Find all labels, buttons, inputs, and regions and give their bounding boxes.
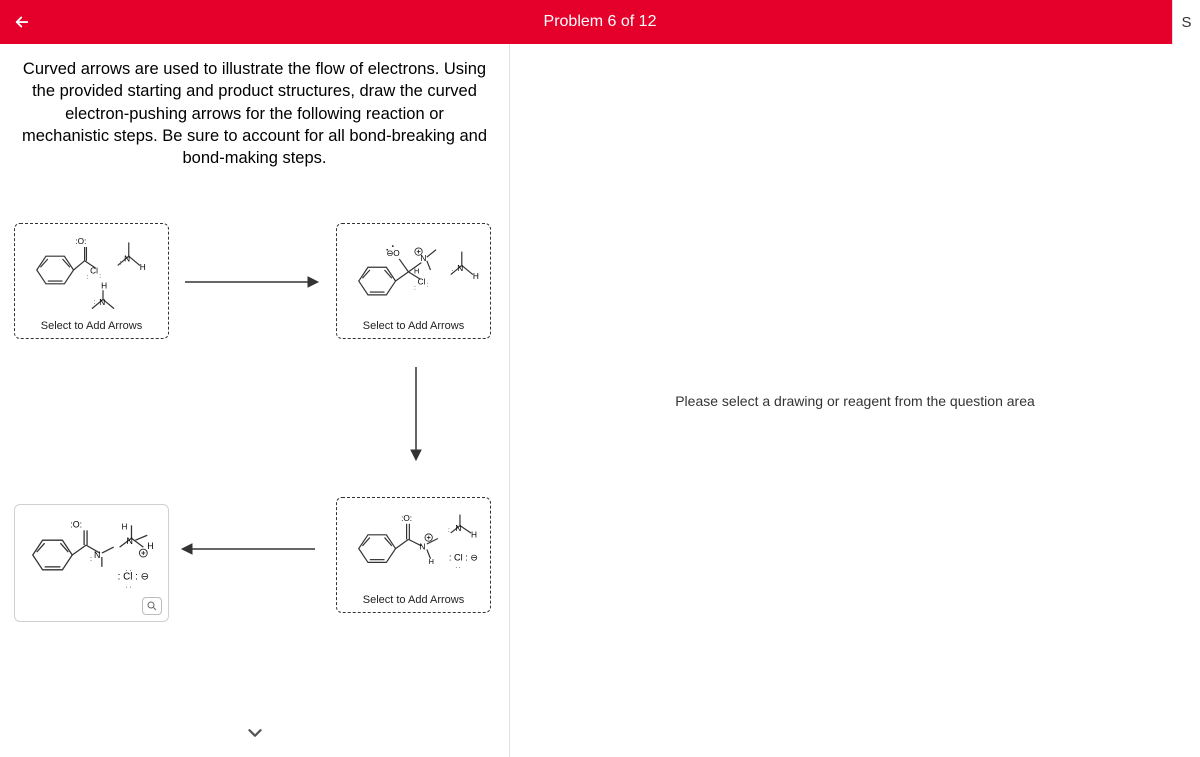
svg-text:: Cl : ⊖: : Cl : ⊖ <box>449 553 478 563</box>
instructions-text: Curved arrows are used to illustrate the… <box>10 58 499 169</box>
svg-text:H: H <box>414 267 419 276</box>
chevron-down-icon <box>244 722 266 744</box>
svg-text:N: N <box>127 536 133 546</box>
molecule-box-4-product[interactable]: :O: N : H N <box>14 504 169 622</box>
molecule-box-1[interactable]: :O: Cl : : N H : H <box>14 223 169 339</box>
molecule-2-svg: ⊖O Cl : : N H <box>337 224 490 316</box>
zoom-button[interactable] <box>142 597 162 615</box>
right-side-button[interactable]: S <box>1172 0 1200 44</box>
molecule-3-svg: :O: N H N <box>337 498 490 590</box>
svg-text::: : <box>452 269 454 276</box>
svg-text:H: H <box>429 558 434 567</box>
svg-text::: : <box>414 285 416 292</box>
svg-text::: : <box>120 260 122 267</box>
svg-text:N: N <box>420 254 426 263</box>
svg-text:Cl: Cl <box>418 278 426 287</box>
svg-text:H: H <box>101 282 107 291</box>
svg-text:N: N <box>457 264 463 273</box>
svg-text::: : <box>427 282 429 289</box>
svg-text:H: H <box>147 541 153 551</box>
question-panel: Curved arrows are used to illustrate the… <box>0 44 510 757</box>
svg-text::O:: :O: <box>70 520 82 530</box>
back-button[interactable] <box>0 0 44 44</box>
box-1-caption: Select to Add Arrows <box>15 316 168 338</box>
molecule-box-2[interactable]: ⊖O Cl : : N H <box>336 223 491 339</box>
svg-text:. .: . . <box>126 583 132 590</box>
svg-text::O:: :O: <box>401 514 412 523</box>
reaction-arrow-down <box>406 362 426 462</box>
svg-text:N: N <box>124 255 130 264</box>
svg-text:⊖O: ⊖O <box>386 250 400 259</box>
svg-text:N: N <box>419 543 425 552</box>
svg-text:H: H <box>140 263 146 272</box>
box-3-caption: Select to Add Arrows <box>337 590 490 612</box>
main-container: Curved arrows are used to illustrate the… <box>0 44 1200 757</box>
editor-panel: Please select a drawing or reagent from … <box>510 44 1200 757</box>
molecule-1-svg: :O: Cl : : N H : H <box>15 224 168 316</box>
right-side-letter: S <box>1181 14 1191 31</box>
svg-text:: Cl : ⊖: : Cl : ⊖ <box>118 572 149 583</box>
svg-text:. .: . . <box>455 563 461 570</box>
svg-text:. .: . . <box>126 566 132 573</box>
svg-text::: : <box>90 556 92 563</box>
scroll-down-indicator[interactable] <box>244 722 266 749</box>
reaction-area: :O: Cl : : N H : H <box>10 217 499 737</box>
editor-placeholder-message: Please select a drawing or reagent from … <box>675 393 1035 409</box>
problem-counter: Problem 6 of 12 <box>544 13 657 31</box>
svg-text:H: H <box>473 273 479 282</box>
molecule-box-3[interactable]: :O: N H N <box>336 497 491 613</box>
svg-text:N: N <box>455 524 461 533</box>
svg-text:Cl: Cl <box>90 267 98 276</box>
svg-text::O:: :O: <box>75 238 86 247</box>
svg-text:H: H <box>471 531 477 540</box>
svg-text::: : <box>99 273 101 280</box>
box-2-caption: Select to Add Arrows <box>337 316 490 338</box>
svg-text::: : <box>94 299 96 306</box>
magnify-icon <box>146 600 158 612</box>
molecule-4-svg: :O: N : H N <box>15 505 168 605</box>
top-bar: Problem 6 of 12 S <box>0 0 1200 44</box>
svg-text::: : <box>86 274 88 281</box>
reaction-arrow-left <box>180 539 320 559</box>
svg-text::: : <box>448 527 450 534</box>
svg-text:N: N <box>94 550 100 560</box>
svg-text:N: N <box>99 298 105 307</box>
reaction-arrow-right-1 <box>180 272 320 292</box>
svg-text:H: H <box>122 523 128 532</box>
arrow-left-icon <box>13 13 31 31</box>
